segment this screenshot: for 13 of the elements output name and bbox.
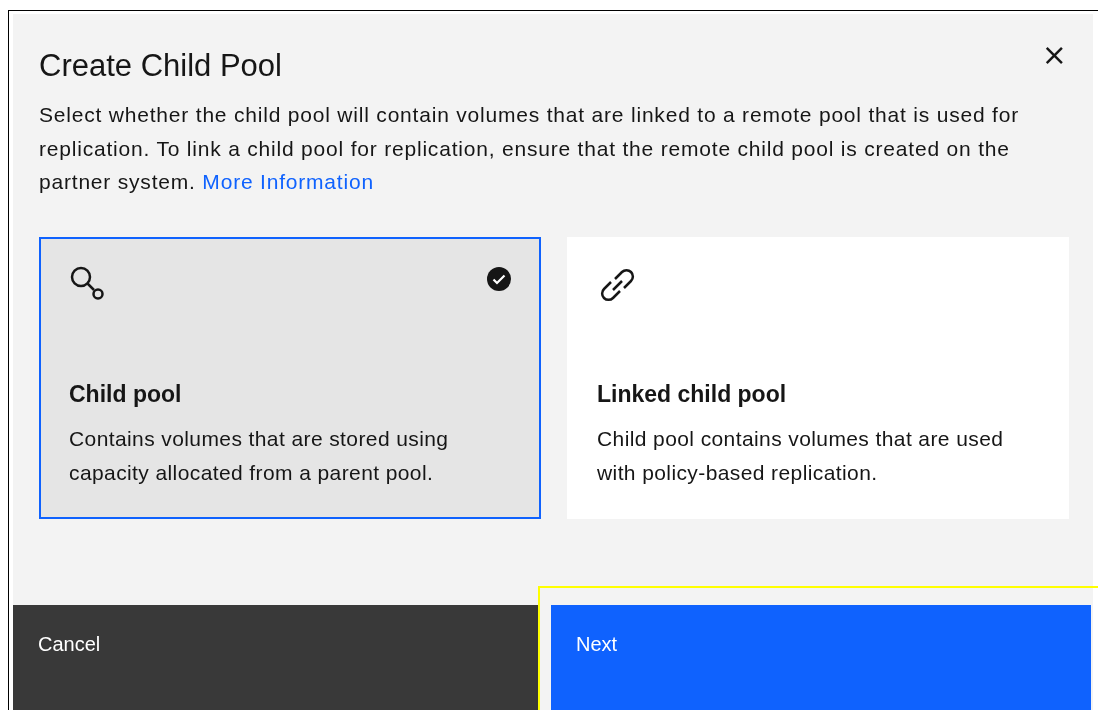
dialog-title: Create Child Pool — [39, 48, 282, 84]
option-tile[interactable]: Child pool Contains volumes that are stored using capacity allocated from a parent pool. — [39, 236, 541, 519]
checkmark-icon — [487, 266, 511, 291]
option-description: Child pool contains volumes that are used with policy-based replication. — [597, 425, 1005, 486]
cancel-button[interactable]: Cancel — [13, 605, 538, 710]
option-description: Contains volumes that are stored using capacity allocated from a parent pool. — [69, 425, 450, 486]
option-title: Linked child pool — [597, 380, 788, 408]
next-button[interactable]: Next — [551, 605, 1091, 710]
more-information-link[interactable]: More Information — [202, 170, 374, 193]
close-button[interactable]: × — [1041, 40, 1067, 70]
option-tile[interactable]: Linked child pool Child pool contains volumes that are used with policy-based replication. — [567, 236, 1069, 519]
option-title: Child pool — [69, 380, 183, 408]
dialog-description: Select whether the child pool will contain volumes that are linked to a remote pool that is used for replication. To link a child pool for replication, ensure that the remote child pool is created on the partner system. More Information — [39, 102, 1020, 195]
